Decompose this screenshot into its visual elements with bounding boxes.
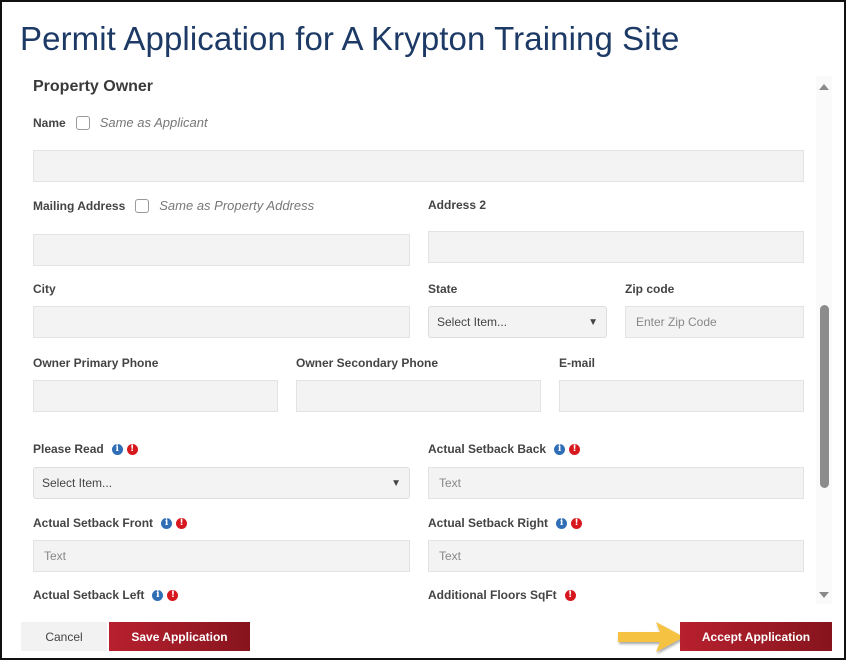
setback-right-label: Actual Setback Right bbox=[428, 516, 549, 530]
info-icon[interactable]: i bbox=[556, 517, 568, 529]
primary-phone-input[interactable] bbox=[33, 380, 278, 412]
setback-right-placeholder: Text bbox=[439, 549, 462, 563]
info-icon[interactable]: i bbox=[554, 443, 566, 455]
form-scroll-area: Property Owner Name Same as Applicant Ma… bbox=[2, 68, 846, 608]
setback-front-placeholder: Text bbox=[44, 549, 67, 563]
mailing-address-input[interactable] bbox=[33, 234, 410, 266]
chevron-down-icon: ▼ bbox=[588, 316, 598, 328]
setback-front-input[interactable]: Text bbox=[33, 540, 410, 572]
setback-back-input[interactable]: Text bbox=[428, 467, 804, 499]
state-label: State bbox=[428, 282, 458, 296]
secondary-phone-label: Owner Secondary Phone bbox=[296, 356, 439, 370]
additional-floors-label-row: Additional Floors SqFt ! bbox=[428, 588, 576, 602]
accept-application-button[interactable]: Accept Application bbox=[680, 622, 832, 651]
setback-left-label: Actual Setback Left bbox=[33, 588, 145, 602]
required-icon: ! bbox=[569, 443, 581, 455]
required-icon: ! bbox=[126, 443, 138, 455]
please-read-label: Please Read bbox=[33, 442, 104, 456]
state-select-value: Select Item... bbox=[437, 315, 508, 329]
address2-label: Address 2 bbox=[428, 198, 487, 212]
same-as-property-address-checkbox[interactable] bbox=[135, 198, 150, 213]
info-icon[interactable]: i bbox=[111, 443, 123, 455]
dialog-window: Permit Application for A Krypton Trainin… bbox=[0, 0, 846, 660]
same-as-property-address-label[interactable]: Same as Property Address bbox=[159, 198, 314, 213]
city-input[interactable] bbox=[33, 306, 410, 338]
setback-right-input[interactable]: Text bbox=[428, 540, 804, 572]
please-read-label-row: Please Read i ! bbox=[33, 442, 138, 456]
address2-input[interactable] bbox=[428, 231, 804, 263]
email-label: E-mail bbox=[559, 356, 596, 370]
vertical-scrollbar[interactable] bbox=[816, 76, 832, 604]
setback-front-label: Actual Setback Front bbox=[33, 516, 154, 530]
email-input[interactable] bbox=[559, 380, 804, 412]
same-as-applicant-label[interactable]: Same as Applicant bbox=[100, 115, 208, 130]
setback-right-label-row: Actual Setback Right i ! bbox=[428, 516, 583, 530]
mailing-address-label: Mailing Address bbox=[33, 198, 126, 213]
setback-back-label: Actual Setback Back bbox=[428, 442, 547, 456]
save-application-button[interactable]: Save Application bbox=[109, 622, 250, 651]
city-label: City bbox=[33, 282, 56, 296]
info-icon[interactable]: i bbox=[161, 517, 173, 529]
additional-floors-label: Additional Floors SqFt bbox=[428, 588, 557, 602]
zip-placeholder: Enter Zip Code bbox=[636, 315, 717, 329]
setback-left-label-row: Actual Setback Left i ! bbox=[33, 588, 179, 602]
required-icon: ! bbox=[167, 589, 179, 601]
setback-back-placeholder: Text bbox=[439, 476, 462, 490]
zip-label: Zip code bbox=[625, 282, 675, 296]
primary-phone-label: Owner Primary Phone bbox=[33, 356, 159, 370]
state-select[interactable]: Select Item... ▼ bbox=[428, 306, 607, 338]
name-input[interactable] bbox=[33, 150, 804, 182]
name-label-row: Name Same as Applicant bbox=[33, 115, 208, 130]
secondary-phone-input[interactable] bbox=[296, 380, 541, 412]
scroll-up-arrow-icon[interactable] bbox=[819, 84, 829, 90]
required-icon: ! bbox=[571, 517, 583, 529]
scrollbar-thumb[interactable] bbox=[820, 305, 829, 488]
name-label: Name bbox=[33, 115, 66, 130]
section-title: Property Owner bbox=[33, 78, 154, 95]
zip-input[interactable]: Enter Zip Code bbox=[625, 306, 804, 338]
please-read-select-value: Select Item... bbox=[42, 476, 113, 490]
please-read-select[interactable]: Select Item... ▼ bbox=[33, 467, 410, 499]
annotation-arrow-icon bbox=[618, 622, 684, 652]
chevron-down-icon: ▼ bbox=[391, 477, 401, 489]
setback-back-label-row: Actual Setback Back i ! bbox=[428, 442, 581, 456]
mailing-address-label-row: Mailing Address Same as Property Address bbox=[33, 198, 314, 213]
required-icon: ! bbox=[564, 589, 576, 601]
required-icon: ! bbox=[176, 517, 188, 529]
cancel-button[interactable]: Cancel bbox=[21, 622, 107, 651]
same-as-applicant-checkbox[interactable] bbox=[75, 115, 90, 130]
info-icon[interactable]: i bbox=[152, 589, 164, 601]
page-title: Permit Application for A Krypton Trainin… bbox=[20, 20, 680, 57]
scroll-down-arrow-icon[interactable] bbox=[819, 592, 829, 598]
setback-front-label-row: Actual Setback Front i ! bbox=[33, 516, 188, 530]
